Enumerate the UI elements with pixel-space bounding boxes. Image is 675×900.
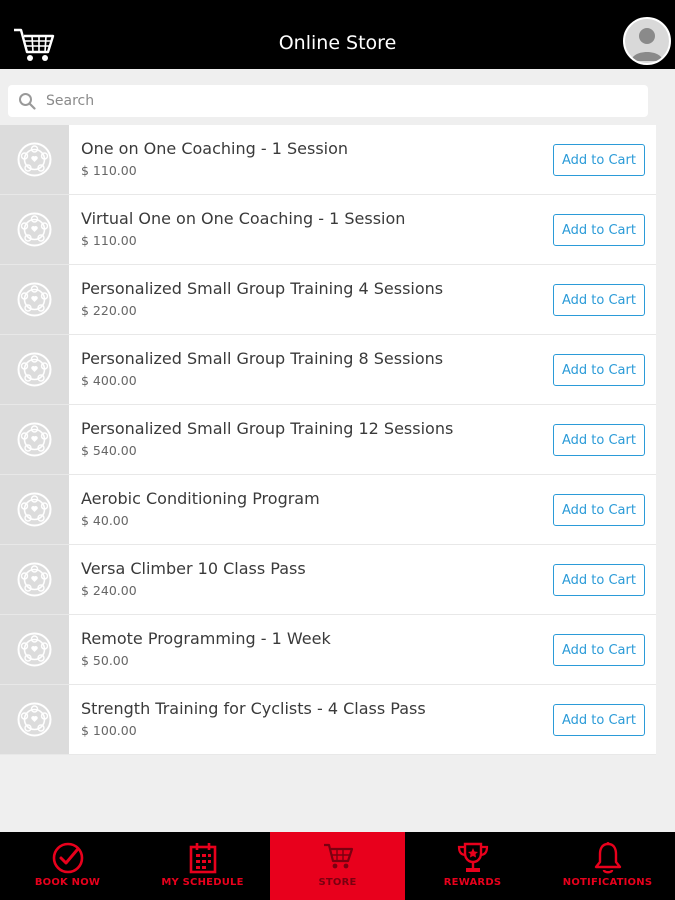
product-list-item[interactable]: One on One Coaching - 1 Session $ 110.00… [0, 125, 656, 195]
product-name: One on One Coaching - 1 Session [81, 139, 349, 158]
product-placeholder-icon [17, 352, 52, 387]
product-placeholder-icon [17, 562, 52, 597]
nav-item-label: MY SCHEDULE [161, 877, 244, 888]
product-price: $ 50.00 [81, 653, 129, 668]
nav-item-store[interactable]: STORE [270, 832, 405, 900]
product-list: One on One Coaching - 1 Session $ 110.00… [0, 125, 656, 755]
product-thumbnail [0, 685, 69, 754]
product-price: $ 110.00 [81, 163, 137, 178]
product-list-item[interactable]: Personalized Small Group Training 12 Ses… [0, 405, 656, 475]
add-to-cart-button[interactable]: Add to Cart [553, 354, 645, 386]
search-input[interactable] [46, 85, 636, 117]
product-thumbnail [0, 125, 69, 194]
page-title: Online Store [278, 32, 397, 54]
product-thumbnail [0, 195, 69, 264]
product-placeholder-icon [17, 212, 52, 247]
product-list-item[interactable]: Aerobic Conditioning Program $ 40.00 Add… [0, 475, 656, 545]
add-to-cart-button[interactable]: Add to Cart [553, 564, 645, 596]
product-placeholder-icon [17, 142, 52, 177]
product-list-item[interactable]: Personalized Small Group Training 4 Sess… [0, 265, 656, 335]
product-price: $ 110.00 [81, 233, 137, 248]
add-to-cart-button[interactable]: Add to Cart [553, 704, 645, 736]
product-thumbnail [0, 545, 69, 614]
product-name: Personalized Small Group Training 12 Ses… [81, 419, 454, 438]
product-name: Aerobic Conditioning Program [81, 489, 320, 508]
product-thumbnail [0, 335, 69, 404]
nav-item-label: NOTIFICATIONS [562, 877, 653, 888]
nav-item-my-schedule[interactable]: MY SCHEDULE [135, 832, 270, 900]
product-list-item[interactable]: Remote Programming - 1 Week $ 50.00 Add … [0, 615, 656, 685]
product-price: $ 100.00 [81, 723, 137, 738]
nav-item-book-now[interactable]: BOOK NOW [0, 832, 135, 900]
app-header: Online Store [0, 0, 675, 69]
nav-item-notifications[interactable]: NOTIFICATIONS [540, 832, 675, 900]
nav-item-label: BOOK NOW [34, 877, 101, 888]
nav-item-label: REWARDS [443, 877, 502, 888]
add-to-cart-button[interactable]: Add to Cart [553, 634, 645, 666]
add-to-cart-button[interactable]: Add to Cart [553, 424, 645, 456]
product-placeholder-icon [17, 632, 52, 667]
product-list-item[interactable]: Versa Climber 10 Class Pass $ 240.00 Add… [0, 545, 656, 615]
add-to-cart-button[interactable]: Add to Cart [553, 494, 645, 526]
product-thumbnail [0, 615, 69, 684]
add-to-cart-button[interactable]: Add to Cart [553, 214, 645, 246]
product-placeholder-icon [17, 282, 52, 317]
product-thumbnail [0, 265, 69, 334]
nav-item-label: STORE [318, 877, 357, 888]
product-placeholder-icon [17, 702, 52, 737]
product-list-item[interactable]: Virtual One on One Coaching - 1 Session … [0, 195, 656, 265]
product-placeholder-icon [17, 422, 52, 457]
product-price: $ 40.00 [81, 513, 129, 528]
product-name: Personalized Small Group Training 8 Sess… [81, 349, 444, 368]
product-price: $ 540.00 [81, 443, 137, 458]
product-list-item[interactable]: Personalized Small Group Training 8 Sess… [0, 335, 656, 405]
product-price: $ 220.00 [81, 303, 137, 318]
product-list-item[interactable]: Strength Training for Cyclists - 4 Class… [0, 685, 656, 755]
search-bar [8, 85, 648, 117]
bottom-navigation: BOOK NOW MY SCHEDULE STORE REWARDS NOTIFICAT… [0, 832, 675, 900]
product-name: Personalized Small Group Training 4 Sess… [81, 279, 444, 298]
product-name: Remote Programming - 1 Week [81, 629, 331, 648]
product-price: $ 240.00 [81, 583, 137, 598]
product-price: $ 400.00 [81, 373, 137, 388]
product-thumbnail [0, 405, 69, 474]
product-placeholder-icon [17, 492, 52, 527]
add-to-cart-button[interactable]: Add to Cart [553, 284, 645, 316]
product-name: Virtual One on One Coaching - 1 Session [81, 209, 406, 228]
user-avatar-icon[interactable] [623, 17, 671, 65]
product-thumbnail [0, 475, 69, 544]
nav-item-rewards[interactable]: REWARDS [405, 832, 540, 900]
product-name: Versa Climber 10 Class Pass [81, 559, 306, 578]
product-name: Strength Training for Cyclists - 4 Class… [81, 699, 426, 718]
add-to-cart-button[interactable]: Add to Cart [553, 144, 645, 176]
search-icon [18, 92, 36, 110]
